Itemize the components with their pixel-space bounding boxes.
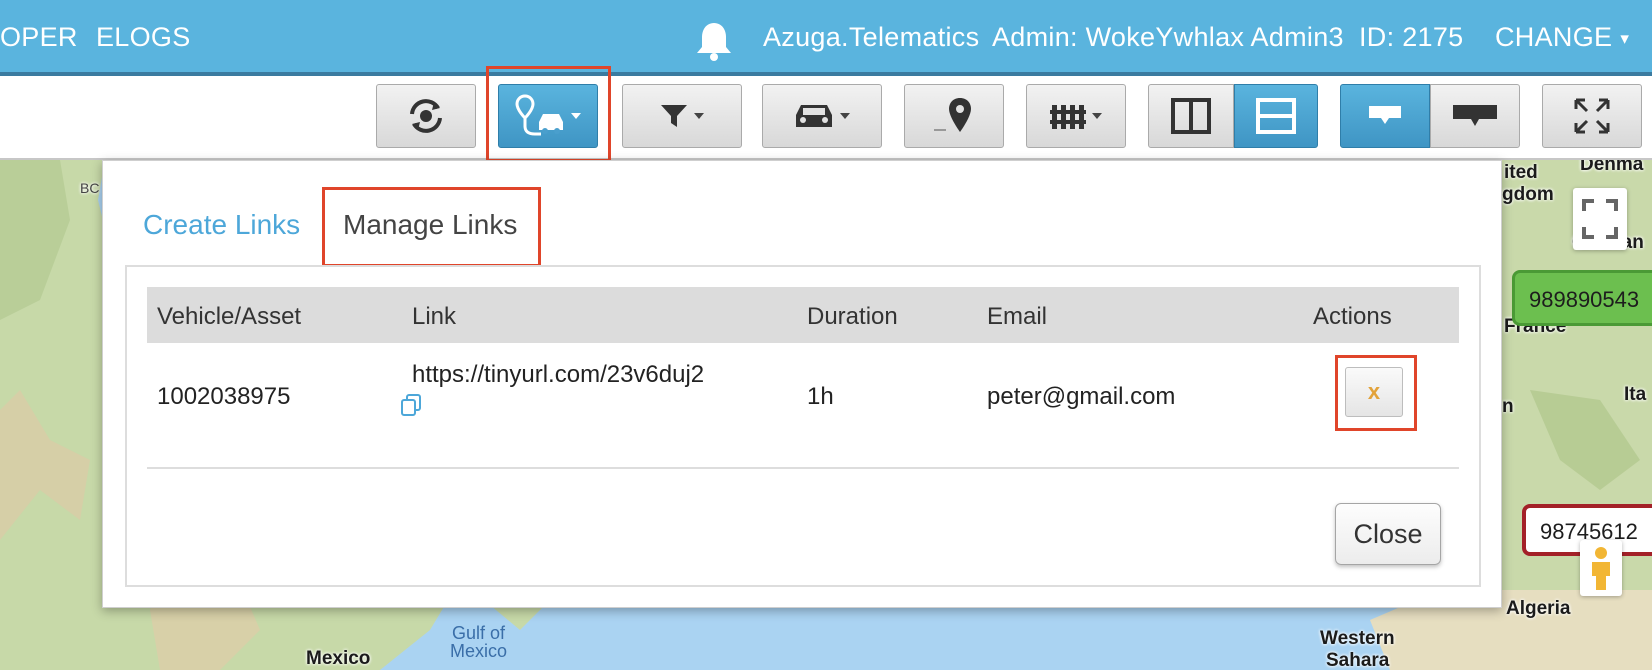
expand-map-button[interactable] [1542, 84, 1642, 148]
table-divider [147, 467, 1459, 469]
copy-icon[interactable] [399, 393, 423, 417]
map-toolbar [0, 66, 1652, 162]
cell-email: peter@gmail.com [987, 383, 1176, 410]
map-label-western: Western [1320, 628, 1395, 649]
map-label-algeria: Algeria [1506, 598, 1571, 619]
split-vertical-button[interactable] [1148, 84, 1234, 148]
label-large-button[interactable] [1430, 84, 1520, 148]
map-pin-icon [934, 98, 971, 132]
label-small-icon [1369, 106, 1401, 124]
location-button[interactable] [904, 84, 1004, 148]
column-header-actions: Actions [1313, 303, 1392, 330]
account-id: ID: 2175 [1359, 22, 1464, 52]
filter-dropdown-button[interactable] [622, 84, 742, 148]
column-header-duration: Duration [807, 303, 898, 330]
cell-duration: 1h [807, 383, 834, 410]
label-small-button[interactable] [1340, 84, 1430, 148]
cell-vehicle: 1002038975 [157, 383, 291, 410]
filter-icon [661, 105, 687, 127]
map-fullscreen-button[interactable] [1573, 188, 1627, 250]
map-label-denmark: Denma [1580, 160, 1644, 175]
label-large-icon [1453, 105, 1497, 126]
vehicle-dropdown-button[interactable] [762, 84, 882, 148]
highlight-delete-button [1335, 355, 1417, 431]
links-table-panel: Vehicle/Asset Link Duration Email Action… [125, 265, 1481, 587]
column-header-vehicle: Vehicle/Asset [157, 303, 302, 330]
map-label-kingdom-1: ited [1504, 162, 1538, 183]
split-horizontal-icon [1256, 98, 1296, 134]
car-icon [796, 105, 832, 127]
map-label-sahara: Sahara [1326, 650, 1390, 670]
map-label-bc: BC [80, 180, 100, 196]
caret-down-icon [694, 113, 704, 119]
top-nav-bar: OPER ELOGS Azuga.Telematics Admin: WokeY… [0, 0, 1652, 76]
nav-item-elogs[interactable]: ELOGS [96, 22, 191, 53]
map-label-mexico: Mexico [306, 648, 371, 669]
fence-icon [1050, 105, 1086, 129]
refresh-icon [410, 99, 442, 133]
column-header-email: Email [987, 303, 1048, 330]
manage-links-dialog: Create Links Manage Links Vehicle/Asset … [102, 160, 1502, 608]
caret-down-icon: ▾ [1620, 28, 1630, 48]
table-header: Vehicle/Asset Link Duration Email Action… [147, 287, 1459, 343]
column-header-link: Link [412, 303, 457, 330]
pegman-icon [1592, 547, 1610, 590]
map-label-italy: Ita [1624, 384, 1647, 405]
map-label-gulf: Gulf of Mexico [450, 623, 508, 661]
map-label-spain: n [1502, 396, 1514, 417]
caret-down-icon [1092, 113, 1102, 119]
caret-down-icon [840, 113, 850, 119]
highlight-share-link-button [486, 66, 611, 162]
street-view-pegman[interactable] [1580, 540, 1622, 596]
company-name[interactable]: Azuga.Telematics [763, 22, 979, 53]
nav-item-developer[interactable]: OPER [0, 22, 78, 53]
map-label-kingdom-2: gdom [1502, 184, 1554, 205]
close-button[interactable]: Close [1335, 503, 1441, 565]
change-account-dropdown[interactable]: CHANGE ▾ [1495, 22, 1629, 53]
tab-create-links[interactable]: Create Links [143, 209, 300, 241]
fullscreen-icon [1582, 199, 1618, 239]
cell-link[interactable]: https://tinyurl.com/23v6duj2 [412, 361, 704, 389]
expand-icon [1574, 98, 1610, 134]
bell-icon[interactable] [694, 20, 734, 62]
highlight-manage-links-tab [322, 187, 541, 267]
split-horizontal-button[interactable] [1234, 84, 1318, 148]
geofence-dropdown-button[interactable] [1026, 84, 1126, 148]
vehicle-marker-green[interactable]: 989890543 [1512, 270, 1652, 326]
admin-name[interactable]: Admin: WokeYwhlax Admin3 [992, 22, 1344, 53]
split-vertical-icon [1171, 98, 1211, 134]
refresh-button[interactable] [376, 84, 476, 148]
